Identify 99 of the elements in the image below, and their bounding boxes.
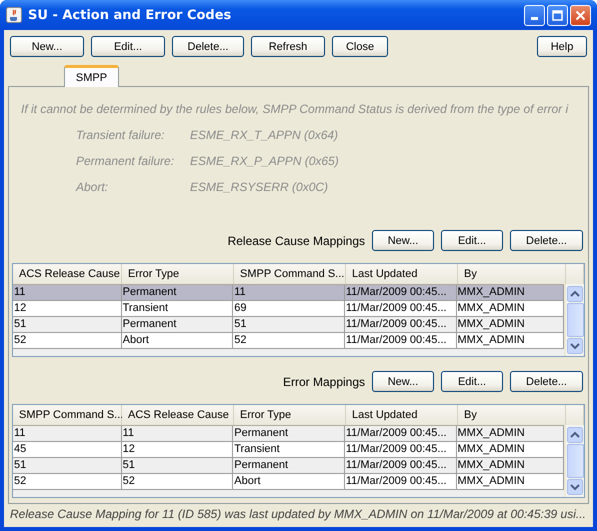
- table-cell: 11: [122, 426, 234, 441]
- toolbar-button[interactable]: Close: [332, 36, 388, 57]
- column-header-filler: [566, 264, 584, 284]
- window-title: SU - Action and Error Codes: [28, 8, 232, 22]
- table-cell: 11/Mar/2009 00:45...: [344, 333, 456, 348]
- section-label: Error Mappings: [282, 374, 365, 388]
- column-header[interactable]: By: [458, 405, 566, 425]
- info-text: If it cannot be determined by the rules below, SMPP Command Status is derived from the type of error i: [20, 101, 570, 118]
- scroll-down-icon[interactable]: [567, 479, 584, 495]
- failure-label: Transient failure:: [76, 128, 166, 144]
- column-header[interactable]: By: [458, 264, 566, 284]
- help-button[interactable]: Help: [537, 36, 587, 57]
- table-cell: Permanent: [122, 285, 234, 300]
- failure-label: Abort:: [76, 180, 110, 196]
- scroll-up-icon[interactable]: [567, 427, 584, 443]
- table-row[interactable]: 11 11 Permanent 11/Mar/2009 00:45... MMX_ADMIN: [13, 426, 564, 442]
- table-cell: 52: [122, 474, 234, 489]
- table-cell: MMX_ADMIN: [456, 301, 564, 316]
- section-button[interactable]: Edit...: [441, 371, 503, 392]
- failure-code: ESME_RSYSERR (0x0C): [190, 180, 328, 196]
- toolbar-button[interactable]: New...: [10, 36, 84, 57]
- table-cell: Permanent: [233, 458, 345, 473]
- scrollbar[interactable]: [566, 425, 584, 497]
- table-cell: Permanent: [122, 317, 234, 332]
- column-header-filler: [566, 405, 584, 425]
- column-header[interactable]: ACS Release Cause: [13, 264, 122, 284]
- section-label: Release Cause Mappings: [228, 234, 365, 248]
- toolbar-button[interactable]: Delete...: [172, 36, 244, 57]
- column-header[interactable]: Last Updated: [346, 264, 458, 284]
- table-cell: 11/Mar/2009 00:45...: [344, 285, 456, 300]
- table-row[interactable]: 45 12 Transient 11/Mar/2009 00:45... MMX_ADMIN: [13, 442, 564, 458]
- table-cell: MMX_ADMIN: [456, 442, 564, 457]
- table-cell: 51: [13, 458, 122, 473]
- maximize-button[interactable]: [547, 4, 568, 26]
- column-header[interactable]: ACS Release Cause: [122, 405, 234, 425]
- column-header[interactable]: Error Type: [234, 405, 346, 425]
- column-header[interactable]: Last Updated: [346, 405, 458, 425]
- table-cell: 52: [13, 333, 122, 348]
- tab[interactable]: SMPP: [64, 65, 119, 87]
- table-cell: 12: [122, 442, 234, 457]
- table-cell: 11/Mar/2009 00:45...: [344, 426, 456, 441]
- table-cell: 11/Mar/2009 00:45...: [344, 458, 456, 473]
- table-cell: 11/Mar/2009 00:45...: [344, 317, 456, 332]
- section-button[interactable]: Edit...: [441, 230, 503, 251]
- scrollbar[interactable]: [566, 284, 584, 356]
- table-cell: Abort: [233, 474, 345, 489]
- table-cell: MMX_ADMIN: [456, 474, 564, 489]
- failure-label: Permanent failure:: [76, 154, 176, 170]
- table-cell: 11/Mar/2009 00:45...: [344, 474, 456, 489]
- section-button[interactable]: New...: [372, 230, 434, 251]
- toolbar-button[interactable]: Edit...: [91, 36, 165, 57]
- table-cell: 51: [13, 317, 122, 332]
- section-button[interactable]: Delete...: [510, 371, 583, 392]
- section-button[interactable]: New...: [372, 371, 434, 392]
- table-cell: MMX_ADMIN: [456, 285, 564, 300]
- table-row[interactable]: 52 Abort 52 11/Mar/2009 00:45... MMX_ADMIN: [13, 333, 564, 349]
- column-header[interactable]: SMPP Command S...: [234, 264, 346, 284]
- failure-code: ESME_RX_P_APPN (0x65): [190, 154, 339, 170]
- section-button[interactable]: Delete...: [510, 230, 583, 251]
- table-cell: Abort: [122, 333, 234, 348]
- column-header[interactable]: Error Type: [122, 264, 234, 284]
- minimize-icon: [531, 17, 538, 20]
- minimize-button[interactable]: [524, 4, 545, 26]
- table-row[interactable]: 51 Permanent 51 11/Mar/2009 00:45... MMX_ADMIN: [13, 317, 564, 333]
- scroll-thumb[interactable]: [566, 303, 584, 337]
- table-cell: Transient: [122, 301, 234, 316]
- table-cell: 69: [233, 301, 345, 316]
- table-cell: 12: [13, 301, 122, 316]
- table-cell: 11: [13, 285, 122, 300]
- column-header[interactable]: SMPP Command S...: [13, 405, 122, 425]
- scroll-down-icon[interactable]: [567, 338, 584, 354]
- table-cell: MMX_ADMIN: [456, 333, 564, 348]
- table-row[interactable]: 51 51 Permanent 11/Mar/2009 00:45... MMX_ADMIN: [13, 458, 564, 474]
- scroll-thumb[interactable]: [566, 444, 584, 478]
- table-cell: 11/Mar/2009 00:45...: [344, 442, 456, 457]
- table-row[interactable]: 52 52 Abort 11/Mar/2009 00:45... MMX_ADMIN: [13, 474, 564, 490]
- table-row[interactable]: 12 Transient 69 11/Mar/2009 00:45... MMX_ADMIN: [13, 301, 564, 317]
- status-text: Release Cause Mapping for 11 (ID 585) was last updated by MMX_ADMIN on 11/Mar/2009 at 00:45:39 usi...: [9, 506, 587, 523]
- table-cell: MMX_ADMIN: [456, 458, 564, 473]
- table-cell: Permanent: [233, 426, 345, 441]
- table-cell: 51: [233, 317, 345, 332]
- table-cell: MMX_ADMIN: [456, 317, 564, 332]
- scroll-up-icon[interactable]: [567, 286, 584, 302]
- cup-icon: [6, 7, 22, 23]
- table-row[interactable]: 11 Permanent 11 11/Mar/2009 00:45... MMX_ADMIN: [13, 285, 564, 301]
- table-cell: 52: [13, 474, 122, 489]
- table-cell: 45: [13, 442, 122, 457]
- table-cell: 52: [233, 333, 345, 348]
- table-cell: Transient: [233, 442, 345, 457]
- close-icon: [575, 10, 586, 20]
- table-cell: MMX_ADMIN: [456, 426, 564, 441]
- table-cell: 51: [122, 458, 234, 473]
- close-button[interactable]: [570, 4, 591, 26]
- maximize-icon: [552, 10, 563, 20]
- failure-code: ESME_RX_T_APPN (0x64): [190, 128, 338, 144]
- table-cell: 11: [233, 285, 345, 300]
- table-cell: 11: [13, 426, 122, 441]
- table-cell: 11/Mar/2009 00:45...: [344, 301, 456, 316]
- toolbar-button[interactable]: Refresh: [251, 36, 325, 57]
